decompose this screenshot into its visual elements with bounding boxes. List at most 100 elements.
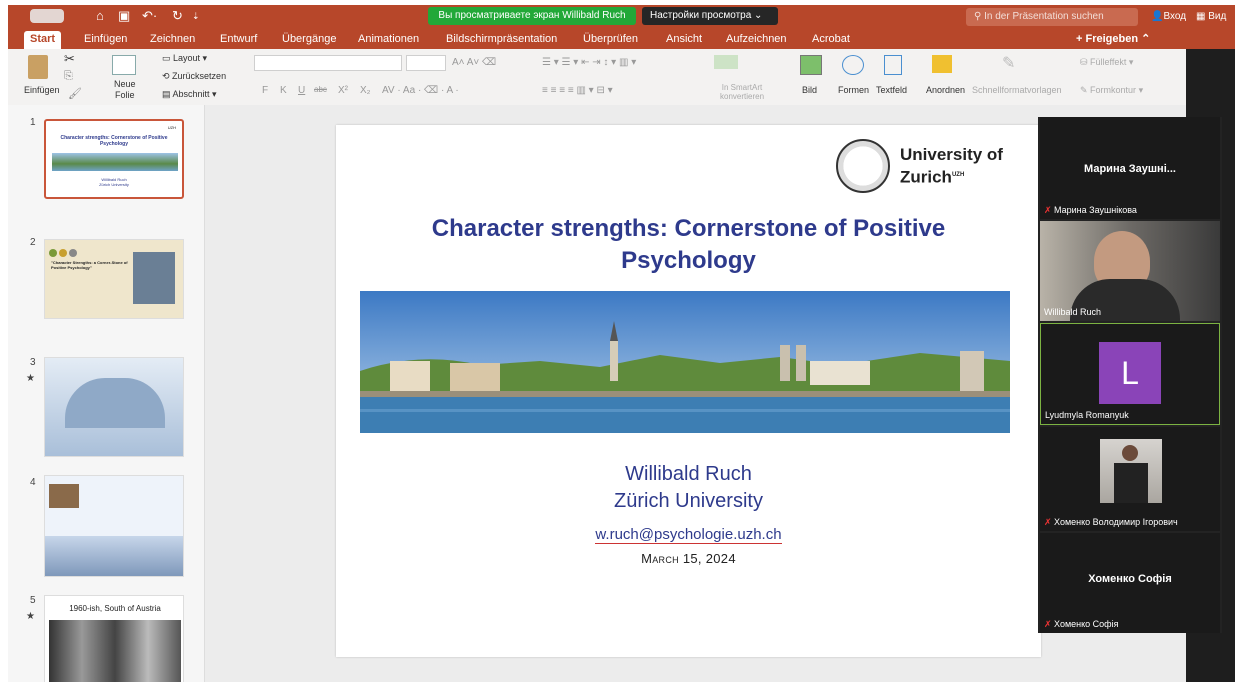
view-button[interactable]: ▦ Вид [1196, 8, 1226, 26]
section-label: Abschnitt [172, 89, 210, 99]
current-slide[interactable]: University of ZurichUZH Character strengt… [336, 125, 1041, 657]
underline-button[interactable]: U [298, 85, 305, 96]
outline-button[interactable]: ✎ Formkontur ▾ [1080, 85, 1143, 96]
picture-icon[interactable] [800, 55, 822, 75]
participant-label: ✗ Хоменко Софія [1044, 619, 1118, 630]
subscript-button[interactable]: X₂ [360, 85, 371, 96]
participant-name: Марина Заушнікова [1054, 205, 1137, 215]
slide-thumbnail-2[interactable]: "Character Strengths: a Corner-Stone of … [44, 239, 184, 319]
format-painter-icon[interactable]: 🖌 [68, 89, 82, 100]
participant-tile[interactable]: ✗ Хоменко Володимир Ігорович [1040, 427, 1220, 531]
layout-button[interactable]: ▭ Layout ▾ [162, 53, 207, 64]
title-bar: ⌂ ▣ ↶· ↻ ⇣ Вы просматриваете экран Willi… [8, 5, 1235, 29]
tab-start[interactable]: Start [24, 31, 62, 49]
thumb-logo: UZH [167, 125, 176, 130]
paste-icon[interactable] [28, 55, 48, 79]
reset-button[interactable]: ⟲ Zurücksetzen [162, 71, 226, 82]
align-buttons[interactable]: ≡ ≡ ≡ ≡ ▥ ▾ ⊟ ▾ [542, 85, 613, 96]
search-field[interactable]: ⚲ In der Präsentation suchen [966, 8, 1138, 26]
participant-tile[interactable]: Марина Заушні... ✗ Марина Заушнікова [1040, 117, 1220, 219]
layout-label: Layout [173, 53, 201, 63]
redo-icon[interactable]: ↻ [172, 8, 183, 24]
uzh-logo: University of ZurichUZH [836, 139, 1026, 195]
thumb-title: Character strengths: Cornerstone of Posi… [60, 135, 168, 147]
textbox-label[interactable]: Textfeld [876, 85, 907, 96]
quick-styles-label[interactable]: Schnellformatvorlagen [972, 85, 1062, 96]
new-slide-label[interactable]: Neue Folie [114, 79, 136, 101]
slide-author[interactable]: Willibald Ruch [336, 462, 1041, 486]
font-size-select[interactable] [406, 55, 446, 71]
shapes-label[interactable]: Formen [838, 85, 869, 96]
participant-tile-active[interactable]: L Lyudmyla Romanyuk [1040, 323, 1220, 425]
participant-big-name: Марина Заушні... [1084, 163, 1176, 175]
screen-share-banner: Вы просматриваете экран Willibald Ruch [428, 7, 636, 25]
tab-slideshow[interactable]: Bildschirmpräsentation [446, 31, 557, 47]
animation-star-icon: ★ [26, 611, 35, 622]
picture-label[interactable]: Bild [802, 85, 817, 96]
copy-icon[interactable]: ⎘ [64, 71, 73, 82]
participant-label: Lyudmyla Romanyuk [1045, 410, 1129, 420]
slide-thumbnail-4[interactable] [44, 475, 184, 577]
slide-thumbnail-5[interactable]: 1960-ish, South of Austria [44, 595, 184, 682]
tab-review[interactable]: Überprüfen [583, 31, 638, 47]
tab-transitions[interactable]: Übergänge [282, 31, 336, 47]
participant-avatar: L [1099, 342, 1161, 404]
smartart-icon[interactable] [714, 55, 738, 69]
font-grow-shrink[interactable]: A˄ A˅ ⌫ [452, 57, 496, 68]
tab-acrobat[interactable]: Acrobat [812, 31, 850, 47]
share-button[interactable]: + Freigeben ⌃ [1076, 31, 1150, 47]
tab-insert[interactable]: Einfügen [84, 31, 127, 47]
ribbon-tabs: Start Einfügen Zeichnen Entwurf Übergäng… [8, 29, 1235, 49]
thumb-photo [49, 484, 79, 508]
slide-thumbnail-3[interactable] [44, 357, 184, 457]
italic-button[interactable]: K [280, 85, 287, 96]
shapes-icon[interactable] [842, 55, 864, 75]
save-icon[interactable]: ▣ [118, 8, 130, 24]
tab-design[interactable]: Entwurf [220, 31, 257, 47]
fill-button[interactable]: ⛁ Fülleffekt ▾ [1080, 57, 1133, 68]
email-link[interactable]: w.ruch@psychologie.uzh.ch [595, 526, 782, 544]
share-label: Freigeben [1085, 33, 1139, 45]
font-family-select[interactable] [254, 55, 402, 71]
customize-icon[interactable]: ⇣ [192, 8, 200, 24]
new-slide-icon[interactable] [112, 55, 136, 75]
login-label: Вход [1163, 11, 1187, 22]
participant-tile[interactable]: Хоменко Софія ✗ Хоменко Софія [1040, 533, 1220, 633]
thumb-logos [49, 244, 109, 257]
participant-tile[interactable]: Willibald Ruch [1040, 221, 1220, 321]
slide-university[interactable]: Zürich University [336, 489, 1041, 513]
tab-animations[interactable]: Animationen [358, 31, 419, 47]
strikethrough-button[interactable]: abc [314, 85, 327, 94]
login-button[interactable]: 👤Вход [1151, 8, 1186, 26]
slide-title[interactable]: Character strengths: Cornerstone of Posi… [366, 213, 1011, 277]
tab-draw[interactable]: Zeichnen [150, 31, 195, 47]
view-label: Вид [1208, 11, 1227, 22]
smartart-label[interactable]: In SmartArt konvertieren [720, 83, 764, 101]
thumb-number: 4 [30, 477, 36, 488]
textbox-icon[interactable] [884, 55, 902, 75]
tab-record[interactable]: Aufzeichnen [726, 31, 787, 47]
section-button[interactable]: ▤ Abschnitt ▾ [162, 89, 217, 100]
slide-thumbnail-1[interactable]: UZH Character strengths: Cornerstone of … [44, 119, 184, 199]
slide-email[interactable]: w.ruch@psychologie.uzh.ch [336, 525, 1041, 545]
sidebar-toggle[interactable] [30, 9, 64, 23]
thumb-author: Willibald Ruch Zürich University [99, 177, 129, 187]
superscript-button[interactable]: X² [338, 85, 348, 96]
arrange-label[interactable]: Anordnen [926, 85, 965, 96]
text-effects[interactable]: AV · Aa · ⌫ · A · [382, 85, 459, 96]
uzh-logo-text: University of ZurichUZH [900, 145, 1003, 187]
slide-date[interactable]: March 15, 2024 [336, 551, 1041, 567]
cut-icon[interactable]: ✂ [64, 52, 75, 65]
undo-icon[interactable]: ↶· [142, 8, 157, 24]
tab-view[interactable]: Ansicht [666, 31, 702, 47]
arrange-icon[interactable] [932, 55, 952, 73]
list-buttons[interactable]: ☰ ▾ ☰ ▾ ⇤ ⇥ ↕ ▾ ▥ ▾ [542, 57, 636, 68]
home-icon[interactable]: ⌂ [96, 8, 104, 24]
bold-button[interactable]: F [262, 85, 268, 96]
paste-label[interactable]: Einfügen [24, 85, 60, 96]
section-icon: ▤ [162, 89, 173, 99]
thumb-title: 1960-ish, South of Austria [69, 604, 161, 613]
reset-icon: ⟲ [162, 71, 173, 81]
view-options-button[interactable]: Настройки просмотра ⌄ [642, 7, 778, 25]
quick-styles-icon[interactable]: ✎ [1002, 53, 1015, 73]
